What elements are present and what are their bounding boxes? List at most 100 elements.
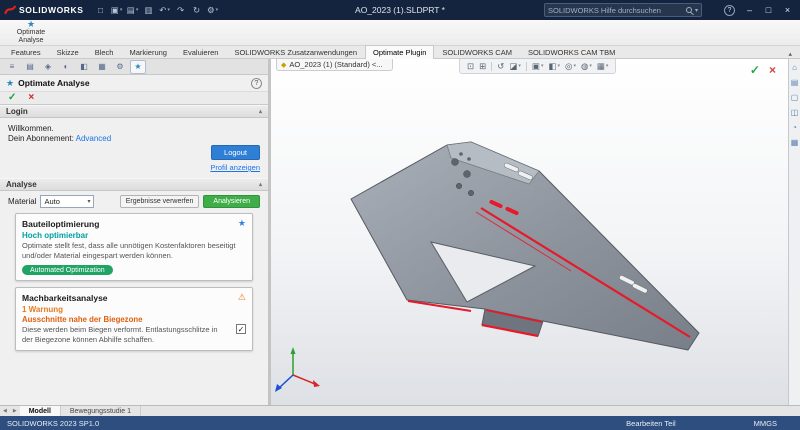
zoom-area-icon[interactable]: ⊞ [477,61,488,72]
custom-properties-icon[interactable]: ▦ [791,139,799,147]
propertymanager-tab-icon[interactable]: ▤ [22,60,38,74]
hide-show-items-icon[interactable]: ◎ [563,61,578,72]
view-orientation-icon[interactable]: ▣ [530,61,546,72]
rebuild-icon[interactable]: ↻ [190,3,204,17]
ribbon-tabbar: Features Skizze Blech Markierung Evaluie… [0,45,800,59]
configurationmanager-tab-icon[interactable]: ◈ [40,60,56,74]
statusbar-units[interactable]: MMGS [754,419,777,428]
view-palette-icon[interactable]: ◫ [791,109,799,117]
confirm-cancel-icon[interactable]: × [769,64,776,76]
confirmation-corner: ✓ × [750,64,776,76]
apply-scene-icon[interactable]: ▦ [595,61,611,72]
previous-view-icon[interactable]: ↺ [495,61,506,72]
heads-up-toolbar: ⊡ ⊞ ↺ ◪ ▣ ◧ ◎ ◍ ▦ [459,59,617,74]
model-canvas[interactable] [271,59,788,405]
profile-link[interactable]: Profil anzeigen [210,163,260,172]
analyse-group-header[interactable]: Analyse [0,178,268,191]
manager-tab-strip: ≡ ▤ ◈ ◐ ◧ ▦ ⚙ ★ [0,59,268,75]
redo-icon[interactable]: ↷ [174,3,188,17]
subscription-label: Dein Abonnement: [8,134,74,143]
feasibility-card: Machbarkeitsanalyse ⚠ 1 Warnung Ausschni… [15,287,253,351]
login-group-label: Login [6,107,28,116]
panel-ok-icon[interactable]: ✓ [8,93,16,103]
logout-button[interactable]: Logout [211,145,260,160]
document-view-tab-label: AO_2023 (1) (Standard) <... [289,60,383,69]
open-document-icon[interactable]: ▣ [110,3,124,17]
solidworks-logo-icon [4,5,16,15]
help-search-input[interactable] [548,5,685,15]
close-button[interactable]: × [779,3,796,18]
maximize-button[interactable]: □ [760,3,777,18]
undo-icon[interactable]: ↶ [158,3,172,17]
print-icon[interactable]: ▥ [142,3,156,17]
discard-results-button[interactable]: Ergebnisse verwerfen [119,195,200,208]
optimization-status: Hoch optimierbar [22,231,89,240]
app-name: SOLIDWORKS [19,5,84,15]
help-icon[interactable]: ? [724,4,735,16]
optimization-card-icon: ★ [237,218,246,228]
document-view-tab[interactable]: ◆ AO_2023 (1) (Standard) <... [276,59,393,71]
featuremanager-tree-tab-icon[interactable]: ≡ [4,60,20,74]
search-options-caret-icon[interactable]: ▾ [695,7,698,14]
tab-markierung[interactable]: Markierung [121,45,175,58]
analyse-group-body: Material Auto ▾ Ergebnisse verwerfen Ana… [0,191,268,363]
document-title: AO_2023 (1).SLDPRT * [355,5,445,15]
design-library-icon[interactable]: ▤ [791,79,799,87]
file-explorer-icon[interactable]: ▢ [791,94,799,102]
ribbon: ★ Optimate Analyse [0,19,800,46]
ribbon-button-label-line2: Analyse [18,37,44,44]
model-tab[interactable]: Modell [19,406,61,416]
material-value: Auto [44,197,60,206]
login-group-body: Willkommen. Dein Abonnement: Advanced Lo… [0,118,268,178]
tab-skizze[interactable]: Skizze [49,45,87,58]
zoom-fit-icon[interactable]: ⊡ [465,61,476,72]
section-view-icon[interactable]: ◪ [507,61,523,72]
optimate-panel-icon: ★ [6,77,15,88]
tab-features[interactable]: Features [3,45,49,58]
optimate-analyse-ribbon-button[interactable]: ★ Optimate Analyse [2,19,60,45]
task-pane-strip: ⌂ ▤ ▢ ◫ ◔ ▦ [788,59,800,405]
panel-confirm-row: ✓ × [0,91,268,105]
warning-checkbox[interactable]: ✓ [236,324,246,334]
cam-operation-tree-tab-icon[interactable]: ⚙ [112,60,128,74]
options-gear-icon[interactable]: ⚙ [206,3,220,17]
optimization-card-title: Bauteiloptimierung [22,218,100,229]
confirm-ok-icon[interactable]: ✓ [750,64,760,76]
edit-appearance-icon[interactable]: ◍ [579,61,594,72]
appearances-scenes-icon[interactable]: ◔ [792,124,797,132]
cam-feature-tree-tab-icon[interactable]: ▦ [94,60,110,74]
material-dropdown[interactable]: Auto ▾ [40,195,95,208]
minimize-button[interactable]: – [741,3,758,18]
collapse-ribbon-icon[interactable]: ▴ [788,50,792,58]
tab-evaluieren[interactable]: Evaluieren [175,45,226,58]
subscription-line: Dein Abonnement: Advanced [8,134,260,143]
ribbon-button-label-line1: Optimate [16,28,46,36]
panel-cancel-icon[interactable]: × [28,93,34,103]
display-style-icon[interactable]: ◧ [546,61,562,72]
displaymanager-tab-icon[interactable]: ◧ [76,60,92,74]
material-label: Material [8,197,37,206]
login-group-header[interactable]: Login [0,105,268,118]
save-icon[interactable]: ▤ [126,3,140,17]
panel-help-icon[interactable]: ? [251,77,262,89]
new-document-icon[interactable]: □ [94,3,108,17]
tab-blech[interactable]: Blech [87,45,122,58]
tab-solidworks-cam-tbm[interactable]: SOLIDWORKS CAM TBM [520,45,623,58]
optimate-panel-tab-icon[interactable]: ★ [130,59,146,74]
tab-scroll-right-icon[interactable]: ▶ [10,406,20,416]
search-icon[interactable] [685,7,692,13]
tab-solidworks-cam[interactable]: SOLIDWORKS CAM [434,45,520,58]
automated-optimization-badge[interactable]: Automated Optimization [22,265,113,275]
solidworks-resources-icon[interactable]: ⌂ [792,64,797,72]
help-search-box[interactable]: ▾ [544,3,702,17]
tab-optimate-plugin[interactable]: Optimate Plugin [365,45,435,59]
subscription-value[interactable]: Advanced [76,134,112,143]
analyze-button[interactable]: Analysieren [203,195,260,208]
statusbar: SOLIDWORKS 2023 SP1.0 Bearbeiten Teil MM… [0,416,800,430]
motion-study-tab[interactable]: Bewegungsstudie 1 [61,406,141,416]
tab-zusatzanwendungen[interactable]: SOLIDWORKS Zusatzanwendungen [226,45,365,58]
graphics-viewport[interactable]: ◆ AO_2023 (1) (Standard) <... ⊡ ⊞ ↺ ◪ ▣ … [271,59,788,405]
tab-scroll-left-icon[interactable]: ◀ [0,406,10,416]
panel-title: Optimate Analyse [18,78,90,88]
dimxpertmanager-tab-icon[interactable]: ◐ [58,60,74,74]
